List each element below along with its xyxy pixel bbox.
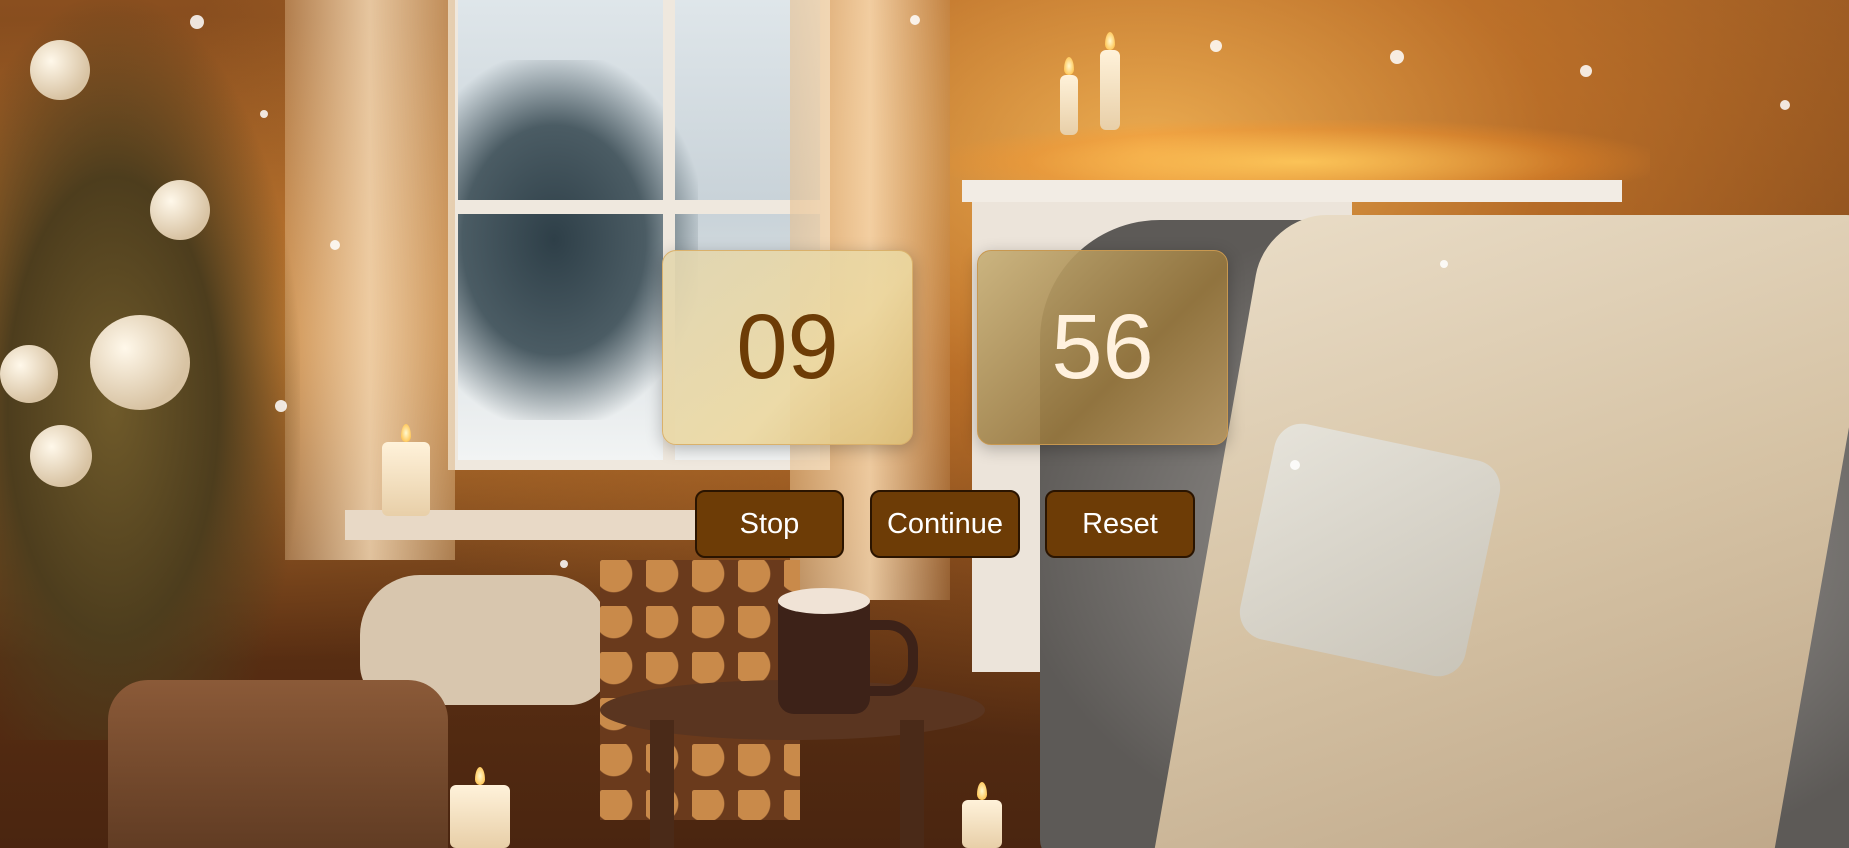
continue-button[interactable]: Continue	[870, 490, 1020, 558]
snowflake-icon	[275, 400, 287, 412]
snowflake-icon	[1390, 50, 1404, 64]
snowflake-icon	[560, 560, 568, 568]
snowflake-icon	[1440, 260, 1448, 268]
snowflake-icon	[260, 110, 268, 118]
ornament-icon	[150, 180, 210, 240]
timer-minutes-display: 09	[662, 250, 913, 445]
ornament-icon	[0, 345, 58, 403]
table-leg	[900, 720, 924, 848]
snowflake-icon	[1780, 100, 1790, 110]
reset-button[interactable]: Reset	[1045, 490, 1195, 558]
stop-button[interactable]: Stop	[695, 490, 844, 558]
timer-seconds-value: 56	[1051, 296, 1154, 398]
knit-pillow	[1234, 418, 1506, 682]
timer-minutes-value: 09	[736, 296, 839, 398]
snowflake-icon	[1210, 40, 1222, 52]
cozy-room-background	[0, 0, 1849, 848]
ornament-icon	[90, 315, 190, 410]
snowflake-icon	[910, 15, 920, 25]
mantel-shelf	[962, 180, 1622, 202]
candle-icon	[450, 767, 510, 848]
snowflake-icon	[190, 15, 204, 29]
window-mullion	[458, 200, 820, 214]
candle-icon	[1100, 32, 1120, 130]
snowflake-icon	[1580, 65, 1592, 77]
wooden-chest	[108, 680, 448, 848]
timer-seconds-display: 56	[977, 250, 1228, 445]
table-leg	[650, 720, 674, 848]
snowflake-icon	[1290, 460, 1300, 470]
cocoa-mug	[778, 598, 870, 714]
ornament-icon	[30, 40, 90, 100]
candle-icon	[1060, 57, 1078, 135]
candle-icon	[962, 782, 1002, 848]
whipped-cream	[778, 588, 870, 614]
candle-icon	[382, 424, 430, 516]
snowflake-icon	[330, 240, 340, 250]
ornament-icon	[30, 425, 92, 487]
